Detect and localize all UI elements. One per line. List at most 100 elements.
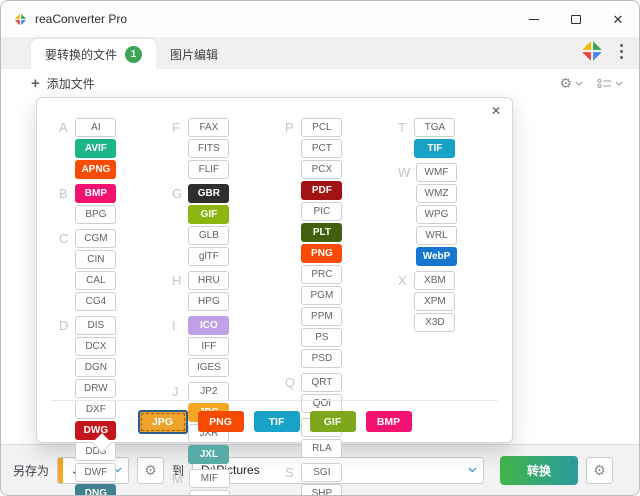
format-button-dcx[interactable]: DCX — [75, 337, 117, 356]
format-button-wmf[interactable]: WMF — [416, 163, 457, 182]
format-panel: ✕ A AI AVIF APNG B BMP BPG C CGM CIN CAL CG4 D DIS DCX… — [36, 97, 513, 495]
format-button-fax[interactable]: FAX — [188, 118, 230, 137]
tab-editing-label: 图片编辑 — [170, 47, 219, 62]
format-button-avif[interactable]: AVIF — [75, 139, 117, 158]
format-button-dwf[interactable]: DWF — [75, 463, 117, 482]
format-button-cin[interactable]: CIN — [75, 250, 117, 269]
format-button-cal[interactable]: CAL — [75, 271, 117, 290]
format-letter: I — [172, 318, 176, 333]
format-letter: M — [172, 471, 183, 486]
format-button-pdf[interactable]: PDF — [301, 181, 343, 200]
format-button-apng[interactable]: APNG — [75, 160, 117, 179]
quick-format-gif[interactable]: GIF — [309, 411, 356, 432]
add-files-button[interactable]: + 添加文件 — [31, 75, 95, 92]
format-button-ppm[interactable]: PPM — [301, 307, 343, 326]
format-section-x: X XBM XPM X3D — [398, 271, 494, 332]
tab-image-editing[interactable]: 图片编辑 — [156, 39, 232, 69]
format-button-iff[interactable]: IFF — [188, 337, 230, 356]
quick-format-jpg[interactable]: JPG — [137, 409, 188, 434]
list-icon — [597, 78, 611, 88]
format-button-gltf[interactable]: glTF — [188, 247, 230, 266]
format-button-group: BMP BPG — [75, 184, 155, 224]
panel-close-button[interactable]: ✕ — [489, 103, 503, 119]
format-button-wpg[interactable]: WPG — [416, 205, 457, 224]
close-button[interactable]: ✕ — [597, 1, 639, 37]
format-letter: G — [172, 186, 183, 201]
format-button-dgn[interactable]: DGN — [75, 358, 117, 377]
view-options-button[interactable] — [597, 78, 623, 89]
quick-format-bmp[interactable]: BMP — [365, 411, 412, 432]
maximize-button[interactable] — [555, 1, 597, 37]
minimize-button[interactable] — [513, 1, 555, 37]
format-button-dis[interactable]: DIS — [75, 316, 117, 335]
tabbar-right — [579, 38, 627, 64]
quick-format-png[interactable]: PNG — [197, 411, 244, 432]
format-button-x3d[interactable]: X3D — [414, 313, 456, 332]
format-button-xbm[interactable]: XBM — [414, 271, 456, 290]
plus-icon: + — [31, 74, 40, 92]
format-letter: X — [398, 273, 407, 288]
format-button-cg4[interactable]: CG4 — [75, 292, 117, 311]
quick-format-tif[interactable]: TIF — [253, 411, 300, 432]
format-button-group: SGISHPSVGSVGZSTLSTP — [301, 463, 381, 495]
titlebar: reaConverter Pro ✕ — [1, 1, 639, 37]
format-button-gif[interactable]: GIF — [188, 205, 230, 224]
format-button-plt[interactable]: PLT — [301, 223, 343, 242]
brand-pinwheel-icon — [579, 38, 605, 64]
format-button-drw[interactable]: DRW — [75, 379, 117, 398]
format-button-prc[interactable]: PRC — [301, 265, 343, 284]
format-button-tga[interactable]: TGA — [414, 118, 456, 137]
format-button-iges[interactable]: IGES — [188, 358, 230, 377]
gear-icon: ⚙ — [593, 462, 606, 478]
format-button-hru[interactable]: HRU — [188, 271, 230, 290]
format-button-xpm[interactable]: XPM — [414, 292, 456, 311]
format-button-cgm[interactable]: CGM — [75, 229, 117, 248]
format-section-h: H HRU HPG — [172, 271, 268, 311]
format-button-group: ICO IFF IGES — [188, 316, 268, 377]
format-button-flif[interactable]: FLIF — [188, 160, 230, 179]
format-button-wrl[interactable]: WRL — [416, 226, 457, 245]
toolbar: + 添加文件 ⚙ — [1, 69, 639, 97]
format-button-glb[interactable]: GLB — [188, 226, 230, 245]
format-button-hpg[interactable]: HPG — [188, 292, 230, 311]
format-section-g: G GBR GIF GLB glTF — [172, 184, 268, 266]
format-letter: T — [398, 120, 406, 135]
tab-bar: 要转换的文件 1 图片编辑 — [1, 37, 639, 69]
format-button-ps[interactable]: PS — [301, 328, 343, 347]
format-button-group: HRU HPG — [188, 271, 268, 311]
format-button-psd[interactable]: PSD — [301, 349, 343, 368]
convert-settings-button[interactable]: ⚙ — [586, 456, 614, 484]
menu-dots-icon[interactable] — [616, 40, 627, 63]
format-button-dng[interactable]: DNG — [75, 484, 117, 495]
format-button-ai[interactable]: AI — [75, 118, 117, 137]
format-button-fits[interactable]: FITS — [188, 139, 230, 158]
format-button-jxl[interactable]: JXL — [188, 445, 230, 464]
format-section-s: SSGISHPSVGSVGZSTLSTP — [285, 463, 381, 495]
format-button-pic[interactable]: PIC — [301, 202, 343, 221]
list-settings-button[interactable]: ⚙ — [559, 76, 583, 90]
format-button-jp2[interactable]: JP2 — [188, 382, 230, 401]
tab-files-label: 要转换的文件 — [45, 47, 118, 62]
format-button-pcx[interactable]: PCX — [301, 160, 343, 179]
format-button-qrt[interactable]: QRT — [301, 373, 343, 392]
format-button-group: AI AVIF APNG — [75, 118, 155, 179]
format-button-wmz[interactable]: WMZ — [416, 184, 457, 203]
format-button-mtv[interactable]: MTV — [188, 490, 230, 495]
format-button-pgm[interactable]: PGM — [301, 286, 343, 305]
format-button-bmp[interactable]: BMP — [75, 184, 117, 203]
tab-files-to-convert[interactable]: 要转换的文件 1 — [31, 39, 157, 69]
format-button-ico[interactable]: ICO — [188, 316, 230, 335]
format-button-sgi[interactable]: SGI — [301, 463, 343, 482]
format-button-bpg[interactable]: BPG — [75, 205, 117, 224]
format-button-tif[interactable]: TIF — [414, 139, 456, 158]
format-button-pct[interactable]: PCT — [301, 139, 343, 158]
format-button-webp[interactable]: WebP — [416, 247, 457, 266]
format-button-png[interactable]: PNG — [301, 244, 343, 263]
minimize-icon — [529, 18, 539, 20]
format-button-mif[interactable]: MIF — [188, 469, 230, 488]
format-button-pcl[interactable]: PCL — [301, 118, 343, 137]
format-button-gbr[interactable]: GBR — [188, 184, 230, 203]
format-button-group: GBR GIF GLB glTF — [188, 184, 268, 266]
format-button-shp[interactable]: SHP — [301, 484, 343, 495]
format-letter: B — [59, 186, 68, 201]
